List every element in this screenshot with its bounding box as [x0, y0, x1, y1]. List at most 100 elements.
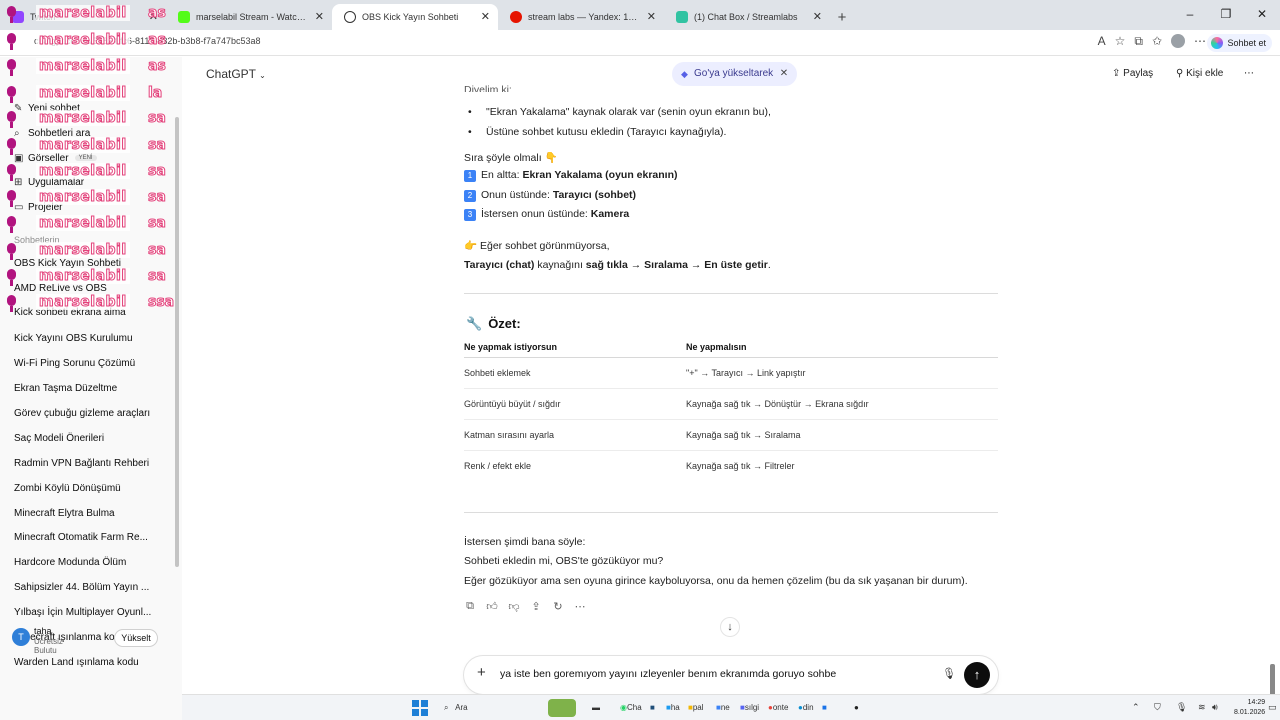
close-tab-icon[interactable]: ✕	[813, 10, 822, 23]
list-item: "Ekran Yakalama" kaynak olarak var (seni…	[468, 106, 771, 118]
hint-text: kaynağını	[534, 259, 586, 271]
clock-time: 14:29	[1247, 699, 1266, 706]
table-row: Görüntüyü büyüt / sığdır Kaynağa sağ tık…	[464, 388, 998, 420]
taskbar-widget-icon[interactable]	[548, 699, 576, 717]
taskbar-app[interactable]: ■	[650, 699, 655, 717]
mic-tray-icon[interactable]: 🎙︎	[1176, 702, 1187, 713]
favorite-star-icon[interactable]: ☆	[1115, 34, 1126, 49]
taskbar-search[interactable]: ⌕ Ara	[444, 699, 468, 717]
wifi-icon[interactable]: ≋	[1198, 702, 1206, 713]
close-window-button[interactable]: ✕	[1244, 0, 1280, 28]
sidebar-chat-item[interactable]: Zombi Köylü Dönüşümü	[14, 483, 121, 494]
new-tab-button[interactable]: +	[830, 4, 854, 30]
close-tab-icon[interactable]: ✕	[481, 10, 490, 23]
order-step: 2 Onun üstünde: Tarayıcı (sohbet)	[464, 189, 636, 202]
taskbar-app[interactable]: ■	[822, 699, 827, 717]
sidebar-chat-item[interactable]: Kick Yayını OBS Kurulumu	[14, 333, 133, 344]
close-tab-icon[interactable]: ✕	[647, 10, 656, 23]
close-icon[interactable]: ✕	[780, 62, 788, 86]
overlay-watermark: marselabil	[36, 85, 130, 102]
minimize-button[interactable]: –	[1172, 0, 1208, 28]
sidebar-chat-item[interactable]: Minecraft Elytra Bulma	[14, 508, 115, 519]
system-clock[interactable]: 14:29 8.01.2026	[1234, 698, 1265, 718]
favorites-icon[interactable]: ✩	[1152, 34, 1162, 49]
regenerate-icon[interactable]: ↻	[552, 600, 564, 613]
add-person-button[interactable]: ⚲ Kişi ekle	[1176, 68, 1223, 79]
taskbar-app[interactable]: ■ha	[666, 699, 680, 717]
more-menu-icon[interactable]: ⋯	[1194, 34, 1206, 49]
browser-tab[interactable]: marselabil Stream - Watch Liv ✕	[166, 4, 332, 30]
stream-overlay-row: marselabil sa	[0, 136, 182, 158]
share-button[interactable]: ⇪ Paylaş	[1112, 68, 1153, 79]
thumbs-down-icon[interactable]: 👎︎	[508, 600, 520, 613]
sidebar-chat-item[interactable]: Hardcore Modunda Ölüm	[14, 557, 126, 568]
address-bar-actions: A ☆ ⧉ ✩ ⋯	[1098, 34, 1206, 49]
model-selector[interactable]: ChatGPT ⌄	[206, 67, 266, 81]
taskbar-app[interactable]: ●din	[798, 699, 814, 717]
sidebar-chat-item[interactable]: Görev çubuğu gizleme araçları	[14, 408, 150, 419]
taskbar-app[interactable]: ■sılgi	[740, 699, 759, 717]
sidebar-chat-item[interactable]: Saç Modeli Önerileri	[14, 433, 104, 444]
order-step-bold: Kamera	[590, 208, 630, 220]
sidebar-chat-item[interactable]: Wi-Fi Ping Sorunu Çözümü	[14, 358, 135, 369]
hint-line-2: Tarayıcı (chat) kaynağını sağ tıkla → Sı…	[464, 259, 771, 271]
sidebar-chat-item[interactable]: Yılbaşı İçin Multiplayer Oyunl...	[14, 607, 151, 618]
more-options-icon[interactable]: ⋯	[1244, 68, 1254, 79]
microphone-icon	[4, 243, 20, 261]
overlay-watermark-suffix: sa	[148, 110, 167, 127]
browser-tab[interactable]: (1) Chat Box / Streamlabs ✕	[664, 4, 830, 30]
upgrade-pill[interactable]: ◆ Go'ya yükseltarek ✕	[672, 62, 798, 86]
sidebar-chat-item[interactable]: Ekran Taşma Düzeltme	[14, 383, 117, 394]
thumbs-up-icon[interactable]: 👍︎	[486, 600, 498, 613]
overlay-watermark: marselabil	[36, 268, 130, 285]
upgrade-button[interactable]: Yükselt	[114, 629, 158, 647]
overlay-watermark-suffix: la	[147, 85, 163, 102]
windows-start-icon[interactable]	[412, 700, 428, 716]
share-icon[interactable]: ⇪	[530, 600, 542, 613]
browser-tab[interactable]: stream labs — Yandex: 125 bin sonu ✕	[498, 4, 664, 30]
volume-icon[interactable]: 🔊︎	[1212, 702, 1218, 713]
notifications-icon[interactable]: ▭	[1268, 702, 1277, 713]
taskbar-app[interactable]: ●	[854, 699, 859, 717]
sidebar-chat-item[interactable]: Warden Land ışınlama kodu	[14, 657, 139, 668]
extensions-icon[interactable]: ⧉	[1134, 34, 1143, 49]
browser-tab-active[interactable]: OBS Kick Yayın Sohbeti ✕	[332, 4, 498, 30]
composer-input[interactable]: ya iste ben goremıyom yayını ızleyenler …	[500, 668, 836, 680]
share-icon: ⇪	[1112, 68, 1121, 79]
table-cell: Sohbeti eklemek	[464, 357, 686, 389]
read-aloud-icon[interactable]: A	[1098, 34, 1106, 49]
sidebar-chat-item[interactable]: Minecraft Otomatik Farm Re...	[14, 532, 148, 543]
file-explorer-icon[interactable]: ▬	[592, 699, 600, 717]
profile-avatar[interactable]	[1171, 34, 1185, 48]
table-header: Ne yapmak istiyorsun	[464, 336, 686, 358]
copilot-button[interactable]: Sohbet et	[1207, 34, 1272, 52]
maximize-button[interactable]: ❐	[1208, 0, 1244, 28]
microphone-icon	[4, 138, 20, 156]
taskbar-app[interactable]: ■ne	[716, 699, 730, 717]
sidebar-scrollbar[interactable]	[175, 117, 179, 567]
send-button[interactable]: ↑	[964, 662, 990, 688]
add-attachment-icon[interactable]: +	[477, 664, 486, 681]
divider	[464, 512, 998, 513]
message-composer[interactable]: + ya iste ben goremıyom yayını ızleyenle…	[464, 656, 998, 694]
close-tab-icon[interactable]: ✕	[315, 10, 324, 23]
hint-text: .	[767, 259, 771, 271]
taskbar-app[interactable]: ●onte	[768, 699, 788, 717]
sidebar-chat-item[interactable]: Radmin VPN Bağlantı Rehberi	[14, 458, 149, 469]
more-icon[interactable]: ⋯	[574, 600, 586, 613]
copy-icon[interactable]: ⧉	[464, 600, 476, 613]
overlay-watermark-suffix: sa	[148, 137, 167, 154]
user-name: taha	[34, 626, 52, 636]
taskbar-app[interactable]: ◉Cha	[620, 699, 642, 717]
scroll-down-button[interactable]: ↓	[720, 617, 740, 637]
security-icon[interactable]: ⛉	[1154, 702, 1161, 713]
chat-header: ChatGPT ⌄ ◆ Go'ya yükseltarek ✕ ⇪ Paylaş…	[182, 57, 1280, 91]
chevron-up-icon[interactable]: ⌃	[1132, 702, 1140, 713]
table-cell: Katman sırasını ayarla	[464, 419, 686, 451]
sidebar-chat-item[interactable]: Sahipsizler 44. Bölüm Yayın ...	[14, 582, 149, 593]
page-scrollbar[interactable]	[1270, 664, 1275, 696]
overlay-watermark-suffix: as	[148, 32, 167, 49]
taskbar-app[interactable]: ■pal	[688, 699, 704, 717]
microphone-icon[interactable]: 🎙︎	[942, 667, 956, 680]
user-extra-label: Bulutu	[34, 646, 57, 655]
